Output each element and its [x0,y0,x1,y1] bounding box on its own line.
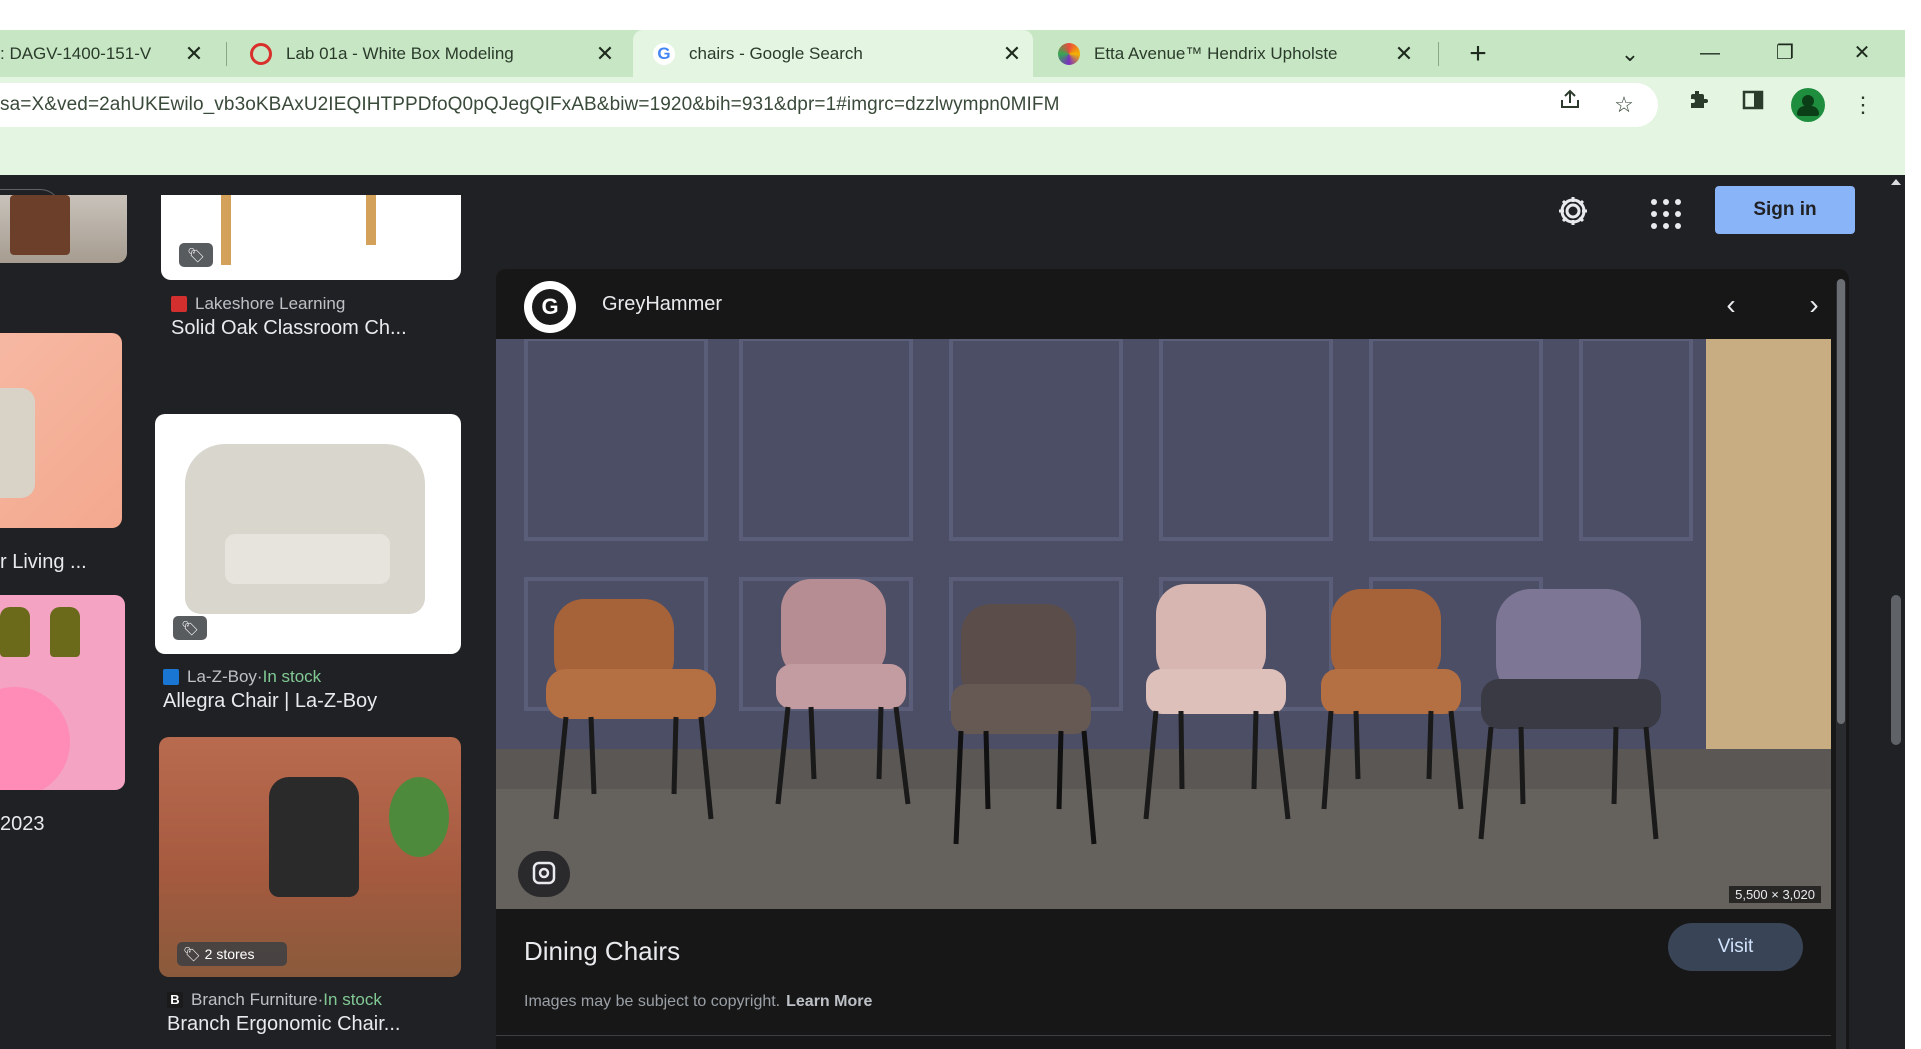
stores-badge: 🏷 2 stores [177,942,287,966]
tab-separator [1438,42,1439,66]
google-favicon-icon: G [653,42,675,65]
result-image-oak-chair[interactable]: 🏷 [161,195,461,280]
chair-leg [221,195,231,265]
preview-header: G GreyHammer ‹ › ⋮ ✕ [496,269,1831,339]
preview-scrollbar[interactable] [1836,279,1846,1049]
stores-count: 2 stores [204,946,255,962]
dining-chairs-photo [496,339,1831,909]
result-caption[interactable]: Solid Oak Classroom Ch... [171,317,461,340]
source-name: Branch Furniture [191,990,318,1009]
browser-toolbar: sa=X&ved=2ahUKEwilo_vb3oKBAxU2IEQIHTPPDf… [0,77,1905,175]
result-source[interactable]: La-Z-Boy · In stock [163,667,321,687]
url-text[interactable]: sa=X&ved=2ahUKEwilo_vb3oKBAxU2IEQIHTPPDf… [0,94,1060,116]
in-stock-label: In stock [262,667,322,686]
greyhammer-logo-icon[interactable]: G [524,281,576,333]
tab-close-icon[interactable]: ✕ [1393,41,1415,67]
new-tab-button[interactable]: + [1463,30,1493,77]
extensions-icon[interactable] [1678,85,1718,125]
office-chair-shape [269,777,359,897]
learn-more-link[interactable]: Learn More [786,993,872,1010]
bookmark-star-icon[interactable]: ☆ [1604,85,1644,125]
browser-window: : DAGV-1400-151-V ✕ Lab 01a - White Box … [0,0,1921,1049]
divider [496,1035,1831,1036]
source-name: La-Z-Boy [187,667,257,686]
share-icon[interactable] [1550,85,1590,125]
tab-lab01a[interactable]: Lab 01a - White Box Modeling ✕ [246,30,626,77]
copyright-text: Images may be subject to copyright. [524,993,781,1010]
google-images-page: Sign in r Living ... 2023 🏷 Lakeshore Le… [0,175,1905,1049]
tab-title: : DAGV-1400-151-V [0,43,152,63]
tab-close-icon[interactable]: ✕ [1001,41,1023,67]
result-source[interactable]: B Branch Furniture · In stock [167,990,382,1010]
google-lens-icon[interactable] [518,851,570,897]
minimize-button[interactable]: — [1690,30,1730,77]
side-panel-icon[interactable] [1733,85,1773,125]
source-name: Lakeshore Learning [195,294,346,313]
profile-icon[interactable] [1791,88,1825,122]
chair-leg [366,195,376,245]
scroll-up-arrow-icon[interactable] [1891,179,1901,185]
menu-icon[interactable]: ⋮ [1843,85,1883,125]
scrollbar-thumb[interactable] [1891,595,1901,745]
lab-favicon-icon [250,42,272,65]
image-preview-panel: G GreyHammer ‹ › ⋮ ✕ [496,269,1849,1049]
address-bar[interactable]: sa=X&ved=2ahUKEwilo_vb3oKBAxU2IEQIHTPPDf… [0,83,1658,127]
result-caption[interactable]: 2023 [0,813,110,836]
result-source[interactable]: Lakeshore Learning [171,294,345,314]
tab-close-icon[interactable]: ✕ [594,41,616,67]
result-caption[interactable]: r Living ... [0,551,110,574]
result-caption[interactable]: Allegra Chair | La-Z-Boy [163,690,453,713]
in-stock-label: In stock [323,990,382,1009]
result-image-allegra-chair[interactable]: 🏷 [155,414,461,654]
tab-title: chairs - Google Search [689,43,863,63]
preview-title[interactable]: Dining Chairs [524,936,680,967]
result-caption[interactable]: Branch Ergonomic Chair... [167,1013,457,1036]
branch-favicon-icon: B [167,992,183,1008]
table-shape [10,195,70,255]
google-apps-icon[interactable] [1645,193,1681,229]
tab-close-icon[interactable]: ✕ [183,41,205,67]
page-scrollbar[interactable] [1887,175,1905,1049]
result-image-green-chairs[interactable] [0,595,125,790]
lakeshore-favicon-icon [171,296,187,312]
publisher-initial: G [532,289,568,325]
sign-in-button[interactable]: Sign in [1715,186,1855,234]
publisher-name[interactable]: GreyHammer [602,293,722,316]
tab-title: Etta Avenue™ Hendrix Upholste [1094,43,1338,63]
restore-button[interactable]: ❐ [1765,30,1805,77]
tab-google-search[interactable]: G chairs - Google Search ✕ [633,30,1033,77]
cushion-shape [225,534,390,584]
visit-button[interactable]: Visit [1668,923,1803,971]
product-tag-icon: 🏷 [173,616,207,640]
copyright-notice: Images may be subject to copyright. Learn… [524,993,872,1011]
window-edge [1905,30,1921,1049]
plant-shape [389,777,449,857]
scrollbar-thumb[interactable] [1837,279,1845,724]
lazboy-favicon-icon [163,669,179,685]
armchair-shape [185,444,425,614]
tab-search-button[interactable]: ⌄ [1610,30,1650,77]
close-window-button[interactable]: ✕ [1842,30,1882,77]
result-image-branch-chair[interactable]: 🏷 2 stores [159,737,461,977]
previous-image-chevron-icon[interactable]: ‹ [1709,283,1753,327]
product-tag-icon: 🏷 [179,243,213,267]
tab-dagv[interactable]: : DAGV-1400-151-V ✕ [0,30,215,77]
tab-title: Lab 01a - White Box Modeling [286,43,514,63]
result-image-living[interactable] [0,333,122,528]
tab-etta-avenue[interactable]: Etta Avenue™ Hendrix Upholste ✕ [1040,30,1425,77]
dining-chairs-image[interactable]: 5,500 × 3,020 [496,339,1831,909]
wayfair-favicon-icon [1058,42,1080,65]
tab-separator [226,42,227,66]
sofa-shape [0,388,35,498]
next-image-chevron-icon[interactable]: › [1792,283,1836,327]
green-chair-shape [0,607,30,657]
result-image-dining[interactable] [0,195,127,263]
pink-circle [0,687,70,790]
settings-gear-icon[interactable] [1553,191,1593,231]
image-dimensions: 5,500 × 3,020 [1729,886,1821,903]
green-chair-shape [50,607,80,657]
